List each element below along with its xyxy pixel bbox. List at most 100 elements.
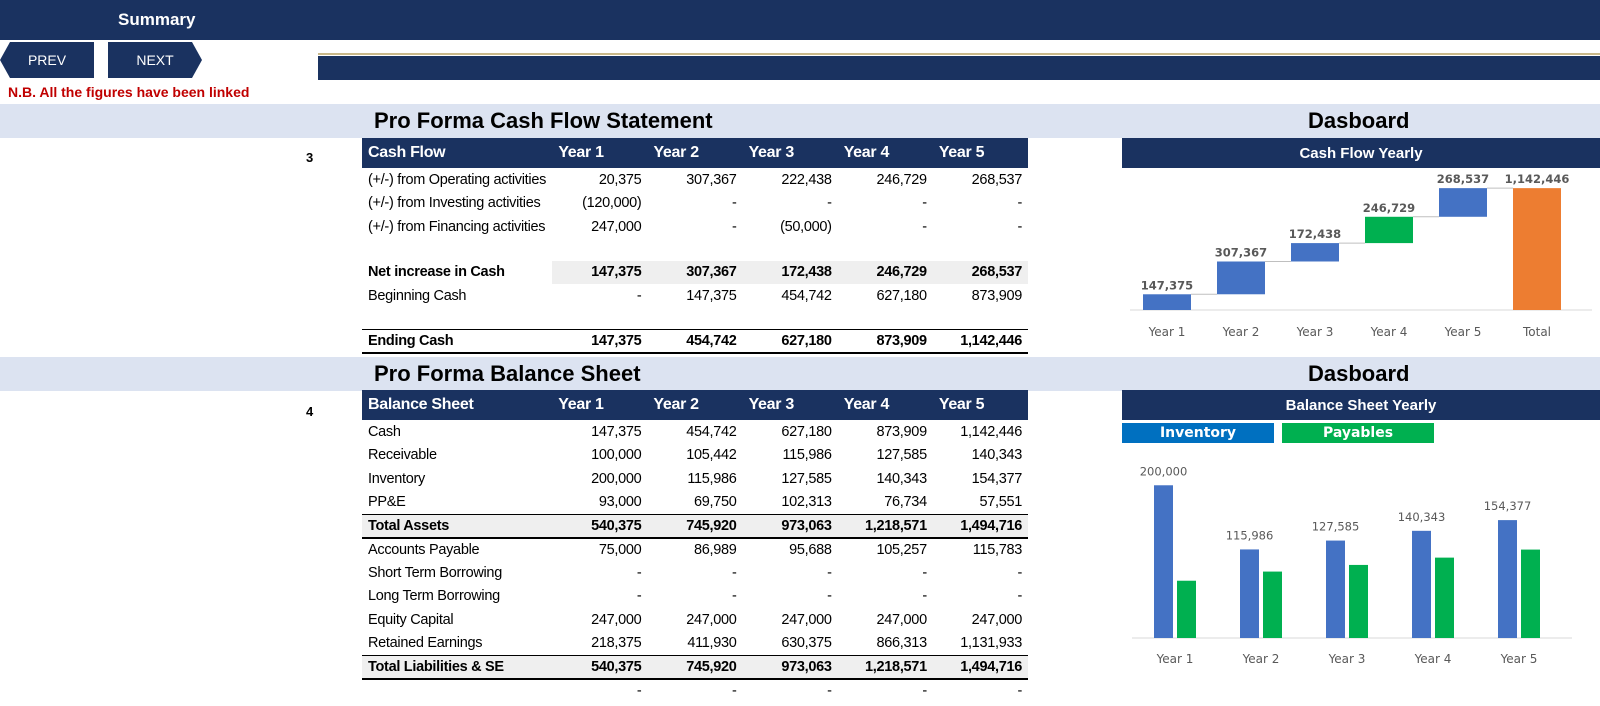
cell-value: 268,537 xyxy=(932,260,1028,284)
column-header: Year 1 xyxy=(552,390,648,420)
column-header: Year 5 xyxy=(932,138,1028,168)
cell-value: 140,343 xyxy=(971,447,1023,464)
cell-value: 973,063 xyxy=(742,513,838,539)
data-label: 268,537 xyxy=(1437,172,1489,186)
cell-value: 105,442 xyxy=(686,447,737,464)
table-row: Net increase in Cash 147,375 307,367 172… xyxy=(362,260,1028,284)
data-label: 115,986 xyxy=(1226,528,1274,542)
cell-value: 540,375 xyxy=(552,654,648,680)
x-tick-label: Year 3 xyxy=(1296,325,1334,339)
table-row: Retained Earnings 218,375 411,930 630,37… xyxy=(362,632,1028,656)
next-button[interactable]: NEXT xyxy=(108,42,202,78)
cell-value: 627,180 xyxy=(742,329,838,354)
prev-button[interactable]: PREV xyxy=(0,42,94,78)
balance-section-number: 4 xyxy=(306,404,314,419)
cell-value: (50,000) xyxy=(780,218,832,235)
cell-value: 873,909 xyxy=(876,423,928,440)
payables-bar xyxy=(1521,549,1540,638)
inventory-bar xyxy=(1326,540,1345,638)
cell-value: 873,909 xyxy=(971,287,1023,304)
cell-value: 1,494,716 xyxy=(932,654,1028,680)
row-label: Total Assets xyxy=(362,513,553,539)
data-label: 1,142,446 xyxy=(1505,172,1570,186)
cell-value: 147,375 xyxy=(686,287,737,304)
cell-value: 20,375 xyxy=(598,171,642,188)
cell-value: - xyxy=(636,682,642,699)
x-tick-label: Year 2 xyxy=(1242,652,1280,666)
cell-value: 127,585 xyxy=(781,470,832,487)
column-header: Year 2 xyxy=(647,138,743,168)
balance-title: Pro Forma Balance Sheet xyxy=(374,361,641,386)
cell-value: 307,367 xyxy=(647,260,743,284)
cell-value: 247,000 xyxy=(591,611,642,628)
table-row: Receivable 100,000 105,442 115,986 127,5… xyxy=(362,444,1028,468)
row-label: (+/-) from Financing activities xyxy=(368,218,546,235)
cell-value: 115,783 xyxy=(972,541,1023,558)
row-label: Ending Cash xyxy=(362,329,553,354)
table-row: (+/-) from Financing activities 247,000 … xyxy=(362,215,1028,239)
row-label: Short Term Borrowing xyxy=(368,564,502,581)
table-row: Beginning Cash - 147,375 454,742 627,180… xyxy=(362,284,1028,308)
cell-value: 627,180 xyxy=(781,423,832,440)
table-row: PP&E 93,000 69,750 102,313 76,734 57,551 xyxy=(362,491,1028,515)
cell-value: - xyxy=(827,682,832,699)
inventory-bar xyxy=(1154,485,1173,638)
cell-value: 95,688 xyxy=(789,541,832,558)
cell-value: 1,142,446 xyxy=(960,423,1022,440)
table-row: (+/-) from Investing activities (120,000… xyxy=(362,192,1028,216)
payables-bar xyxy=(1177,580,1196,638)
row-label: Cash xyxy=(368,423,401,440)
dashboard-title-2: Dasboard xyxy=(1308,361,1410,386)
cell-value: 1,218,571 xyxy=(837,654,933,680)
table-row: Inventory 200,000 115,986 127,585 140,34… xyxy=(362,467,1028,491)
cell-value: - xyxy=(636,588,642,605)
data-label: 127,585 xyxy=(1312,520,1360,534)
column-header: Year 4 xyxy=(837,390,933,420)
table-row: Ending Cash 147,375 454,742 627,180 873,… xyxy=(362,329,1028,354)
cell-value: 873,909 xyxy=(837,329,933,354)
cell-value: - xyxy=(827,588,832,605)
cell-value: 69,750 xyxy=(694,494,737,510)
column-header: Year 4 xyxy=(837,138,933,168)
cell-value: 75,000 xyxy=(598,541,642,558)
cell-value: 247,000 xyxy=(971,611,1023,628)
x-tick-label: Year 4 xyxy=(1414,652,1452,666)
cell-value: 627,180 xyxy=(876,287,927,304)
inventory-bar xyxy=(1498,520,1517,638)
row-label: Net increase in Cash xyxy=(368,264,505,281)
inventory-bar xyxy=(1412,530,1431,638)
table-row: Total Liabilities & SE 540,375 745,920 9… xyxy=(362,654,1028,680)
page-title: Summary xyxy=(118,10,196,29)
cell-value: 268,537 xyxy=(971,171,1023,188)
cell-value: 154,377 xyxy=(971,470,1023,487)
cell-value: 745,920 xyxy=(647,654,743,680)
waterfall-bar xyxy=(1365,216,1413,244)
cell-value: 147,375 xyxy=(552,329,648,354)
table-row: Accounts Payable 75,000 86,989 95,688 10… xyxy=(362,538,1028,562)
data-label: 154,377 xyxy=(1484,499,1532,513)
payables-bar xyxy=(1435,557,1454,638)
cell-value: 102,313 xyxy=(781,494,832,510)
row-label: Beginning Cash xyxy=(368,287,467,304)
table-row: (+/-) from Operating activities 20,375 3… xyxy=(362,168,1028,192)
table-row: - - - - - xyxy=(362,679,1028,703)
linked-figures-note: N.B. All the figures have been linked xyxy=(8,84,250,100)
table-row: Long Term Borrowing - - - - - xyxy=(362,585,1028,609)
cashflow-title: Pro Forma Cash Flow Statement xyxy=(374,108,713,133)
cell-value: 100,000 xyxy=(591,447,642,464)
table-header-row: Balance Sheet Year 1 Year 2 Year 3 Year … xyxy=(362,390,1028,420)
x-tick-label: Total xyxy=(1522,325,1551,339)
column-header: Cash Flow xyxy=(362,138,553,168)
spacer-row xyxy=(362,239,1028,261)
table-row: Equity Capital 247,000 247,000 247,000 2… xyxy=(362,608,1028,632)
cell-value: - xyxy=(1017,588,1022,605)
column-header: Year 2 xyxy=(647,390,743,420)
cell-value: 454,742 xyxy=(781,287,832,304)
cell-value: 411,930 xyxy=(687,635,737,651)
row-label: (+/-) from Operating activities xyxy=(368,171,547,188)
balance-chart-header: Balance Sheet Yearly xyxy=(1122,390,1600,420)
cell-value: 127,585 xyxy=(876,447,928,464)
column-header: Balance Sheet xyxy=(362,390,553,420)
row-label: Total Liabilities & SE xyxy=(362,654,553,680)
row-label xyxy=(362,679,552,703)
